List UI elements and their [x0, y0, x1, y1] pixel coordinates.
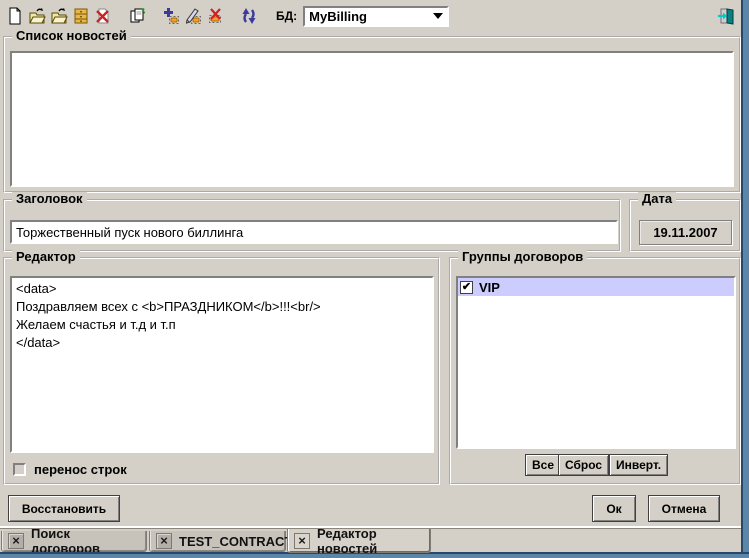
- tab-test-contract[interactable]: TEST_CONTRACT: [149, 531, 286, 552]
- open-alt-icon[interactable]: [48, 5, 70, 27]
- list-item[interactable]: VIP: [458, 278, 734, 296]
- open-icon[interactable]: [26, 5, 48, 27]
- checkbox-checked-icon[interactable]: [460, 281, 473, 294]
- contract-groups-group: Группы договоров VIP Все Сброс Инверт.: [449, 257, 741, 485]
- list-item-label: VIP: [479, 280, 500, 295]
- remove-icon[interactable]: [204, 5, 226, 27]
- editor-group: Редактор <data> Поздравляем всех с <b>ПР…: [3, 257, 440, 485]
- contract-groups-label: Группы договоров: [458, 250, 587, 264]
- news-list-group: Список новостей: [3, 36, 741, 193]
- new-document-icon[interactable]: [4, 5, 26, 27]
- news-editor-window: БД: MyBilling Список новостей Заголовок …: [0, 0, 749, 558]
- word-wrap-checkbox[interactable]: [13, 463, 26, 476]
- window-right-edge: [741, 0, 749, 558]
- copy-icon[interactable]: [126, 5, 148, 27]
- add-icon[interactable]: [160, 5, 182, 27]
- title-group: Заголовок: [3, 199, 621, 252]
- invert-button[interactable]: Инверт.: [609, 454, 668, 476]
- archive-icon[interactable]: [70, 5, 92, 27]
- refresh-icon[interactable]: [238, 5, 260, 27]
- date-value: 19.11.2007: [653, 225, 717, 240]
- news-list-title: Список новостей: [12, 29, 131, 43]
- editor-group-label: Редактор: [12, 250, 80, 264]
- db-select[interactable]: MyBilling: [303, 6, 449, 27]
- title-input[interactable]: [10, 220, 618, 244]
- news-list[interactable]: [10, 51, 734, 187]
- date-field[interactable]: 19.11.2007: [639, 220, 732, 245]
- db-selected-value: MyBilling: [309, 9, 367, 24]
- word-wrap-row: перенос строк: [13, 462, 127, 477]
- tab-contract-search[interactable]: Поиск договоров: [1, 531, 147, 552]
- date-group-label: Дата: [638, 192, 676, 206]
- editor-textarea[interactable]: <data> Поздравляем всех с <b>ПРАЗДНИКОМ<…: [10, 276, 434, 453]
- select-all-button[interactable]: Все: [525, 454, 561, 476]
- close-icon[interactable]: [8, 533, 24, 549]
- exit-icon[interactable]: [715, 5, 737, 27]
- db-label: БД:: [276, 9, 297, 23]
- edit-icon[interactable]: [182, 5, 204, 27]
- delete-document-icon[interactable]: [92, 5, 114, 27]
- cancel-button[interactable]: Отмена: [648, 495, 720, 522]
- date-group: Дата 19.11.2007: [629, 199, 741, 252]
- contract-groups-list[interactable]: VIP: [456, 276, 736, 449]
- reset-button[interactable]: Сброс: [558, 454, 609, 476]
- chevron-down-icon: [433, 13, 443, 19]
- tab-label: Редактор новостей: [317, 526, 424, 556]
- tab-label: TEST_CONTRACT: [179, 534, 292, 549]
- close-icon[interactable]: [156, 533, 172, 549]
- tab-news-editor[interactable]: Редактор новостей: [287, 529, 431, 553]
- word-wrap-label: перенос строк: [34, 462, 127, 477]
- restore-button[interactable]: Восстановить: [8, 495, 120, 522]
- ok-button[interactable]: Ок: [592, 495, 636, 522]
- close-icon[interactable]: [294, 533, 310, 549]
- title-group-label: Заголовок: [12, 192, 87, 206]
